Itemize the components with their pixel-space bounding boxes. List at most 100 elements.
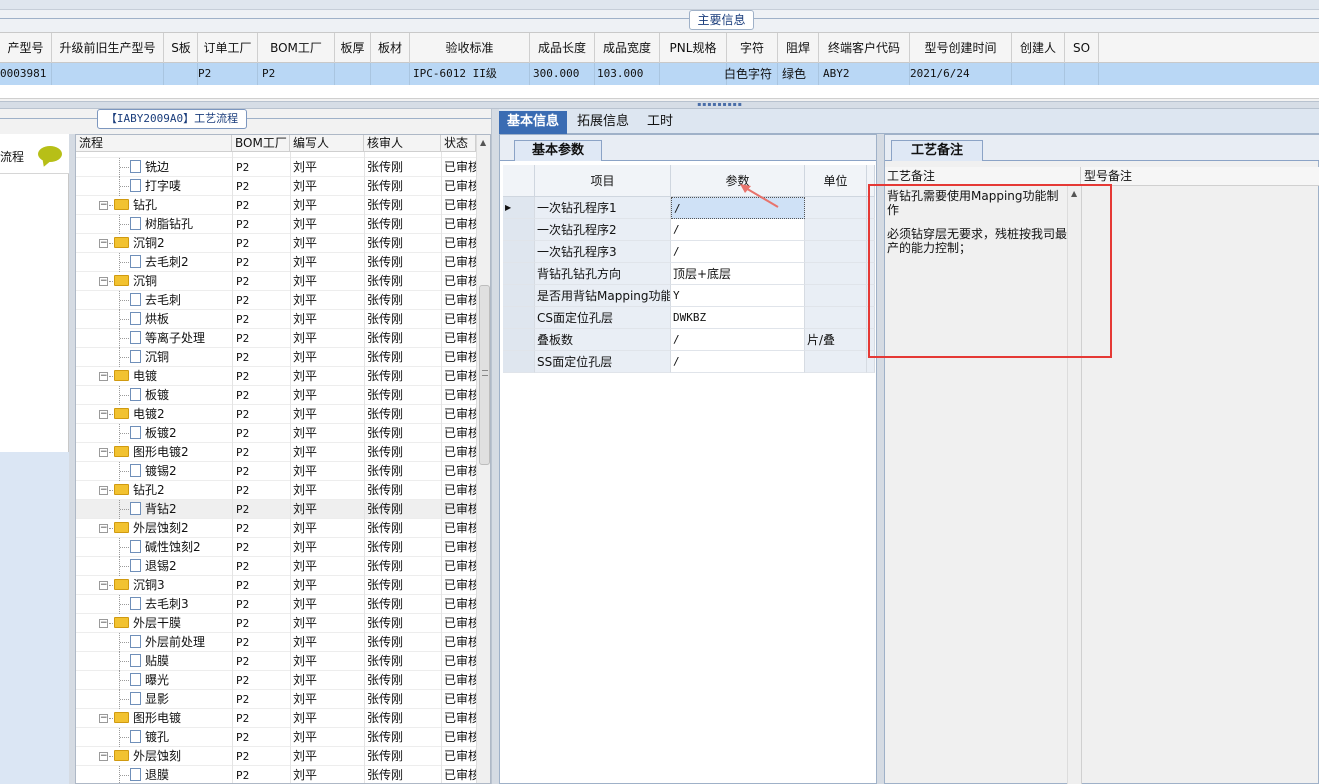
param-value-input[interactable]: /: [671, 241, 805, 263]
tree-expander-icon[interactable]: −: [99, 410, 108, 419]
main-grid-col-header[interactable]: 板厚: [335, 33, 371, 63]
table-row[interactable]: 板镀2 P2 刘平 张传刚 已审核: [76, 424, 476, 443]
main-grid-col-header[interactable]: S板: [165, 33, 198, 63]
table-row[interactable]: 碱性蚀刻2 P2 刘平 张传刚 已审核: [76, 538, 476, 557]
main-grid-col-header[interactable]: 阻焊: [778, 33, 819, 63]
main-grid-col-header[interactable]: 创建人: [1012, 33, 1065, 63]
process-col-header[interactable]: BOM工厂: [232, 135, 290, 151]
tree-scroll-thumb[interactable]: [479, 285, 490, 465]
tab-basic[interactable]: 基本信息: [499, 111, 568, 134]
param-col-value[interactable]: 参数: [671, 165, 805, 197]
tree-expander-icon[interactable]: −: [99, 714, 108, 723]
param-row[interactable]: 一次钻孔程序3/: [503, 241, 875, 263]
param-row[interactable]: 是否用背钻Mapping功能 Y: [503, 285, 875, 307]
table-row[interactable]: 打字唛 P2 刘平 张传刚 已审核: [76, 177, 476, 196]
main-grid-value[interactable]: 2021/6/24: [910, 63, 970, 85]
param-row[interactable]: SS面定位孔层 /: [503, 351, 875, 373]
table-row[interactable]: 板镀 P2 刘平 张传刚 已审核: [76, 386, 476, 405]
chat-bubble-icon[interactable]: [38, 146, 62, 162]
param-row[interactable]: 一次钻孔程序2/: [503, 219, 875, 241]
tree-expander-icon[interactable]: −: [99, 752, 108, 761]
table-row[interactable]: 去毛刺3 P2 刘平 张传刚 已审核: [76, 595, 476, 614]
tree-expander-icon[interactable]: −: [99, 619, 108, 628]
horizontal-splitter[interactable]: ▪▪▪▪▪▪▪▪▪: [0, 101, 1319, 109]
tree-expander-icon[interactable]: −: [99, 448, 108, 457]
main-grid-value[interactable]: 300.000: [533, 63, 579, 85]
main-grid-col-header[interactable]: 产型号: [0, 33, 52, 63]
tree-expander-icon[interactable]: −: [99, 372, 108, 381]
main-grid-value[interactable]: 绿色: [782, 63, 806, 85]
main-grid-col-header[interactable]: 字符: [727, 33, 778, 63]
table-row[interactable]: 退锡2 P2 刘平 张传刚 已审核: [76, 557, 476, 576]
process-col-header[interactable]: 流程: [76, 135, 232, 151]
tree-expander-icon[interactable]: −: [99, 486, 108, 495]
tab-extended[interactable]: 拓展信息: [569, 111, 637, 134]
param-row[interactable]: CS面定位孔层 DWKBZ: [503, 307, 875, 329]
param-col-item[interactable]: 项目: [535, 165, 671, 197]
table-row[interactable]: 显影 P2 刘平 张传刚 已审核: [76, 690, 476, 709]
param-row[interactable]: 背钻孔钻孔方向 顶层+底层: [503, 263, 875, 285]
table-row[interactable]: − 外层干膜 P2 刘平 张传刚 已审核: [76, 614, 476, 633]
scroll-up-icon[interactable]: ▲: [480, 138, 486, 147]
param-value-input[interactable]: /: [671, 197, 805, 219]
param-value-input[interactable]: 顶层+底层: [671, 263, 805, 285]
process-panel-title[interactable]: 【IABY2009A0】工艺流程: [97, 109, 247, 129]
param-value-input[interactable]: DWKBZ: [671, 307, 805, 329]
process-col-header[interactable]: 编写人: [290, 135, 364, 151]
main-grid-col-header[interactable]: BOM工厂: [258, 33, 335, 63]
tab-process-notes[interactable]: 工艺备注: [891, 140, 983, 161]
main-grid-col-header[interactable]: 验收标准: [410, 33, 530, 63]
process-col-header[interactable]: 状态: [441, 135, 476, 151]
tree-expander-icon[interactable]: −: [99, 201, 108, 210]
table-row[interactable]: − 电镀2 P2 刘平 张传刚 已审核: [76, 405, 476, 424]
main-grid-value[interactable]: P2: [262, 63, 275, 85]
splitter-grip-icon[interactable]: ▪▪▪▪▪▪▪▪▪: [690, 102, 750, 108]
param-value-input[interactable]: /: [671, 329, 805, 351]
table-row[interactable]: − 钻孔2 P2 刘平 张传刚 已审核: [76, 481, 476, 500]
table-row[interactable]: 沉铜 P2 刘平 张传刚 已审核: [76, 348, 476, 367]
table-row[interactable]: 等离子处理 P2 刘平 张传刚 已审核: [76, 329, 476, 348]
table-row[interactable]: 外层前处理 P2 刘平 张传刚 已审核: [76, 633, 476, 652]
param-value-input[interactable]: Y: [671, 285, 805, 307]
table-row[interactable]: 去毛刺2 P2 刘平 张传刚 已审核: [76, 253, 476, 272]
process-col-header[interactable]: 核审人: [364, 135, 441, 151]
main-grid-value[interactable]: P2: [198, 63, 211, 85]
param-value-input[interactable]: /: [671, 351, 805, 373]
main-grid-row[interactable]: 0003981 P2 P2 IPC-6012 II级 300.000 103.000 白色字…: [0, 63, 1319, 85]
main-grid-col-header[interactable]: 升级前旧生产型号: [52, 33, 164, 63]
table-row[interactable]: − 外层蚀刻2 P2 刘平 张传刚 已审核: [76, 519, 476, 538]
table-row[interactable]: − 电镀 P2 刘平 张传刚 已审核: [76, 367, 476, 386]
param-value-input[interactable]: /: [671, 219, 805, 241]
table-row[interactable]: 贴膜 P2 刘平 张传刚 已审核: [76, 652, 476, 671]
main-grid-value[interactable]: 103.000: [597, 63, 643, 85]
main-grid-value[interactable]: ABY2: [823, 63, 850, 85]
table-row[interactable]: 镀孔 P2 刘平 张传刚 已审核: [76, 728, 476, 747]
tree-expander-icon[interactable]: −: [99, 524, 108, 533]
param-row[interactable]: 叠板数 / 片/叠: [503, 329, 875, 351]
table-row[interactable]: 背钻2 P2 刘平 张传刚 已审核: [76, 500, 476, 519]
table-row[interactable]: 曝光 P2 刘平 张传刚 已审核: [76, 671, 476, 690]
main-grid-col-header[interactable]: 成品宽度: [595, 33, 660, 63]
table-row[interactable]: 退膜 P2 刘平 张传刚 已审核: [76, 766, 476, 783]
tree-expander-icon[interactable]: −: [99, 581, 108, 590]
main-grid-col-header[interactable]: 型号创建时间: [910, 33, 1012, 63]
tree-scrollbar[interactable]: ▲: [476, 135, 490, 783]
table-row[interactable]: 去毛刺 P2 刘平 张传刚 已审核: [76, 291, 476, 310]
table-row[interactable]: − 沉铜2 P2 刘平 张传刚 已审核: [76, 234, 476, 253]
table-row[interactable]: − 图形电镀 P2 刘平 张传刚 已审核: [76, 709, 476, 728]
main-grid-value[interactable]: 白色字符: [724, 63, 772, 85]
table-row[interactable]: − 外层蚀刻 P2 刘平 张传刚 已审核: [76, 747, 476, 766]
middle-vertical-splitter[interactable]: [491, 109, 499, 784]
tab-basic-params[interactable]: 基本参数: [514, 140, 602, 161]
tree-expander-icon[interactable]: −: [99, 277, 108, 286]
main-grid-col-header[interactable]: 订单工厂: [198, 33, 258, 63]
table-row[interactable]: 树脂钻孔 P2 刘平 张传刚 已审核: [76, 215, 476, 234]
main-grid-col-header[interactable]: PNL规格: [660, 33, 727, 63]
main-grid-col-header[interactable]: 终端客户代码: [819, 33, 910, 63]
table-row[interactable]: 铣边 P2 刘平 张传刚 已审核: [76, 158, 476, 177]
main-grid-col-header[interactable]: SO: [1065, 33, 1099, 63]
table-row[interactable]: − 沉铜 P2 刘平 张传刚 已审核: [76, 272, 476, 291]
main-grid-value[interactable]: IPC-6012 II级: [413, 63, 497, 85]
table-row[interactable]: − 图形电镀2 P2 刘平 张传刚 已审核: [76, 443, 476, 462]
main-grid-col-header[interactable]: 板材: [371, 33, 410, 63]
